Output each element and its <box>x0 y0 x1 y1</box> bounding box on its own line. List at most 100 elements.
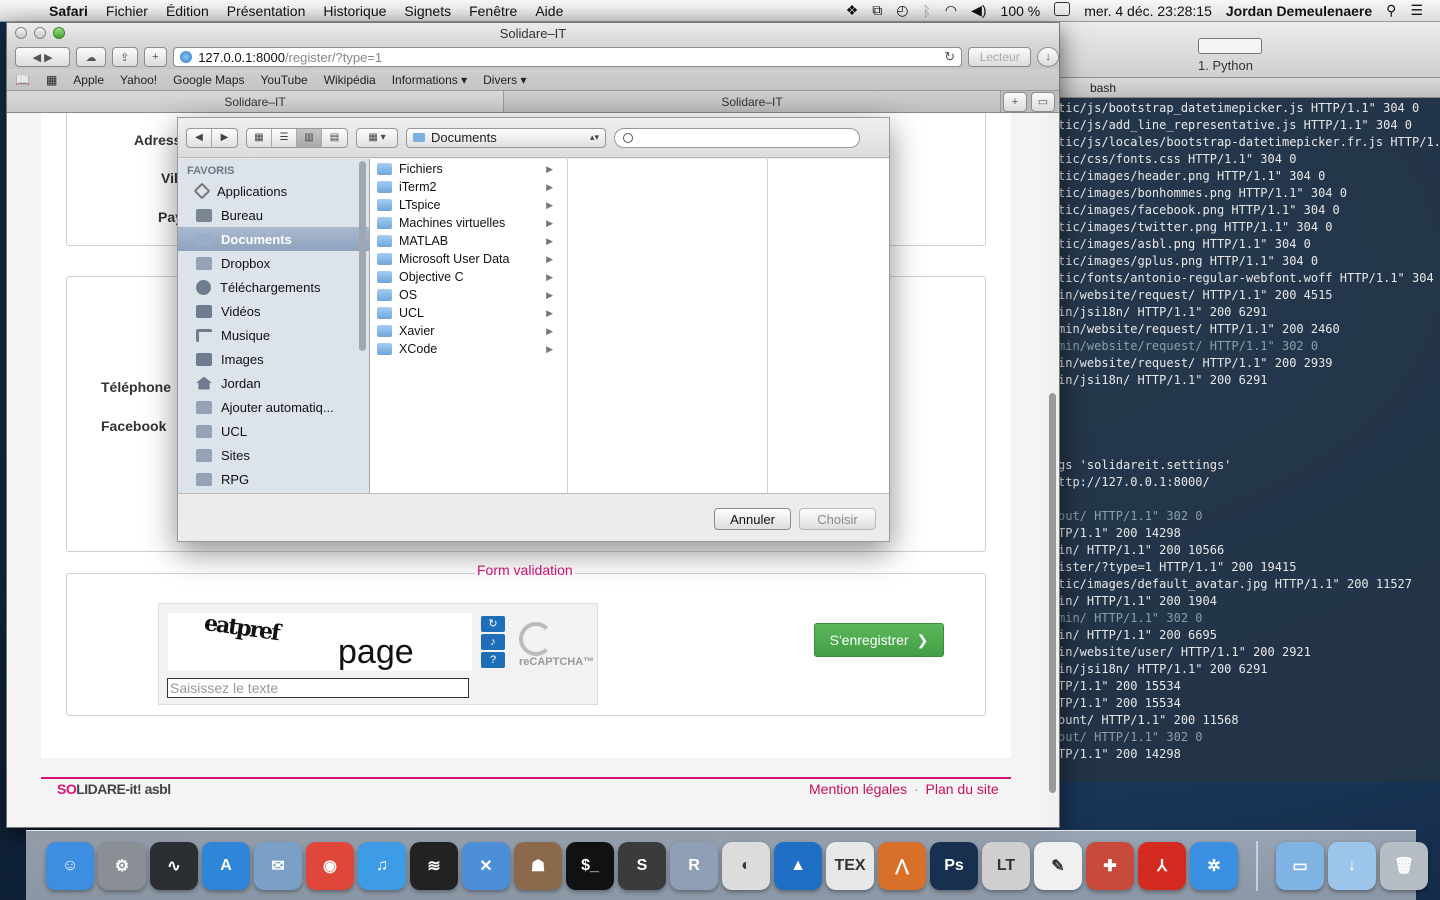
choose-button[interactable]: Choisir <box>799 508 876 530</box>
forward-icon[interactable]: ▶ <box>212 129 237 147</box>
folder-row[interactable]: XCode ▶ <box>371 340 567 358</box>
reading-list-icon[interactable]: 📖 <box>7 73 38 87</box>
textedit-icon[interactable]: ✎ <box>1034 841 1082 890</box>
spotify-icon[interactable]: ≋ <box>410 841 458 890</box>
battery-status[interactable]: 100 % <box>994 3 1048 19</box>
close-button[interactable] <box>15 27 27 39</box>
folder-row[interactable]: Objective C ▶ <box>371 268 567 286</box>
battery-icon[interactable] <box>1047 2 1077 19</box>
help-icon[interactable]: ? <box>481 652 505 668</box>
back-forward-buttons[interactable]: ◀ ▶ <box>15 47 71 67</box>
tex-icon[interactable]: TEX <box>826 841 874 890</box>
sidebar-item[interactable]: Bureau <box>178 203 369 227</box>
arrange-icon[interactable]: ▦ ▾ <box>357 129 397 147</box>
matlab-icon[interactable]: ⋀ <box>878 841 926 890</box>
bookmark-divers[interactable]: Divers ▾ <box>475 73 534 87</box>
menu-fenetre[interactable]: Fenêtre <box>460 3 526 19</box>
menu-fichier[interactable]: Fichier <box>97 3 157 19</box>
bookmark-apple[interactable]: Apple <box>65 73 112 87</box>
notification-center-icon[interactable]: ☰ <box>1403 2 1430 19</box>
spotlight-icon[interactable]: ⚲ <box>1379 2 1403 19</box>
minimize-button[interactable] <box>34 27 46 39</box>
window-icon[interactable]: ⧉ <box>865 2 889 19</box>
folder-row[interactable]: OS ▶ <box>371 286 567 304</box>
clock[interactable]: mer. 4 déc. 23:28:15 <box>1077 3 1219 19</box>
folder-row[interactable]: iTerm2 ▶ <box>371 178 567 196</box>
system-preferences-icon[interactable]: ⚙ <box>98 841 146 890</box>
tab-overview-icon[interactable]: ▭ <box>1031 91 1055 112</box>
folder-row[interactable]: Xavier ▶ <box>371 322 567 340</box>
location-popup[interactable]: Documents ▴▾ <box>406 127 606 148</box>
wifi-icon[interactable]: ◠ <box>938 2 964 19</box>
bookmark-google-maps[interactable]: Google Maps <box>165 73 252 87</box>
volume-icon[interactable]: ◀) <box>964 2 993 19</box>
sidebar-item[interactable]: Musique <box>178 323 369 347</box>
icon-view-icon[interactable]: ▦ <box>247 128 272 147</box>
downloads-icon[interactable]: ↓ <box>1037 47 1059 67</box>
utility-icon[interactable]: ✚ <box>1086 841 1134 890</box>
user-menu[interactable]: Jordan Demeulenaere <box>1219 3 1379 19</box>
sidebar-item[interactable]: Ajouter automatiq... <box>178 395 369 419</box>
reload-icon[interactable]: ↻ <box>944 49 955 65</box>
terminal-icon[interactable]: $_ <box>566 841 614 890</box>
trash-icon[interactable]: 🗑 <box>1380 841 1428 890</box>
sidebar-item[interactable]: Dropbox <box>178 251 369 275</box>
terminal-tab-bash[interactable]: bash <box>1058 78 1440 98</box>
chrome-icon[interactable]: ◉ <box>306 841 354 890</box>
column-view-icon[interactable]: ▥ <box>297 128 322 147</box>
reader-button[interactable]: Lecteur <box>968 47 1032 67</box>
refresh-icon[interactable]: ↻ <box>481 616 505 632</box>
itunes-icon[interactable]: ♫ <box>358 841 406 890</box>
bookmark-yahoo[interactable]: Yahoo! <box>112 73 165 87</box>
list-view-icon[interactable]: ☰ <box>272 128 297 147</box>
applications-folder-icon[interactable]: ▭ <box>1276 841 1324 890</box>
scrollbar-thumb[interactable] <box>1049 393 1056 793</box>
bookmark-youtube[interactable]: YouTube <box>253 73 316 87</box>
sidebar-item[interactable]: RPG <box>178 467 369 491</box>
address-bar[interactable]: 127.0.0.1:8000 /register/?type=1 ↻ <box>173 47 963 67</box>
audio-icon[interactable]: ♪ <box>481 634 505 650</box>
sidebar-item[interactable]: Jordan <box>178 371 369 395</box>
coverflow-view-icon[interactable]: ▤ <box>322 129 347 147</box>
sidebar-item[interactable]: UCL <box>178 419 369 443</box>
icloud-tabs-icon[interactable]: ☁ <box>76 47 106 67</box>
bookmark-informations[interactable]: Informations ▾ <box>384 73 475 87</box>
downloads-folder-icon[interactable]: ↓ <box>1328 841 1376 890</box>
sidebar-scrollbar[interactable] <box>359 161 366 351</box>
share-icon[interactable]: ⇪ <box>111 47 138 67</box>
time-machine-icon[interactable]: ◴ <box>889 2 915 19</box>
acrobat-icon[interactable]: ⅄ <box>1138 841 1186 890</box>
bookmark-wikipedia[interactable]: Wikipédia <box>316 73 384 87</box>
back-icon[interactable]: ◀ <box>187 128 212 147</box>
legal-link[interactable]: Mention légales <box>809 781 907 797</box>
new-tab-icon[interactable]: + <box>1003 91 1027 112</box>
captcha-input[interactable]: Saisissez le texte <box>167 678 469 698</box>
folder-row[interactable]: LTspice ▶ <box>371 196 567 214</box>
menu-signets[interactable]: Signets <box>395 3 460 19</box>
wireshark-icon[interactable]: ▲ <box>774 841 822 890</box>
menu-app-safari[interactable]: Safari <box>40 3 97 19</box>
github-icon[interactable]: ☗ <box>514 841 562 890</box>
menu-aide[interactable]: Aide <box>526 3 572 19</box>
page-scrollbar[interactable] <box>1047 113 1059 827</box>
activity-monitor-icon[interactable]: ∿ <box>150 841 198 890</box>
sidebar-item[interactable]: Sites <box>178 443 369 467</box>
folder-row[interactable]: Machines virtuelles ▶ <box>371 214 567 232</box>
folder-row[interactable]: Fichiers ▶ <box>371 160 567 178</box>
r-icon[interactable]: R <box>670 841 718 890</box>
add-bookmark-icon[interactable]: + <box>143 47 168 67</box>
folder-row[interactable]: UCL ▶ <box>371 304 567 322</box>
ltspice-icon[interactable]: ◐ <box>722 841 770 890</box>
menu-presentation[interactable]: Présentation <box>218 3 315 19</box>
zoom-button[interactable] <box>53 27 65 39</box>
sitemap-link[interactable]: Plan du site <box>926 781 999 797</box>
sidebar-item[interactable]: Téléchargements <box>178 275 369 299</box>
tab-1[interactable]: Solidare–IT <box>7 91 504 112</box>
preview-icon[interactable]: ✉ <box>254 841 302 890</box>
finder-icon[interactable]: ☺ <box>46 841 94 890</box>
sublime-text-icon[interactable]: S <box>618 841 666 890</box>
folder-row[interactable]: Microsoft User Data ▶ <box>371 250 567 268</box>
tab-2[interactable]: Solidare–IT <box>504 91 1001 112</box>
sidebar-item[interactable]: Images <box>178 347 369 371</box>
sidebar-item[interactable]: Applications <box>178 179 369 203</box>
